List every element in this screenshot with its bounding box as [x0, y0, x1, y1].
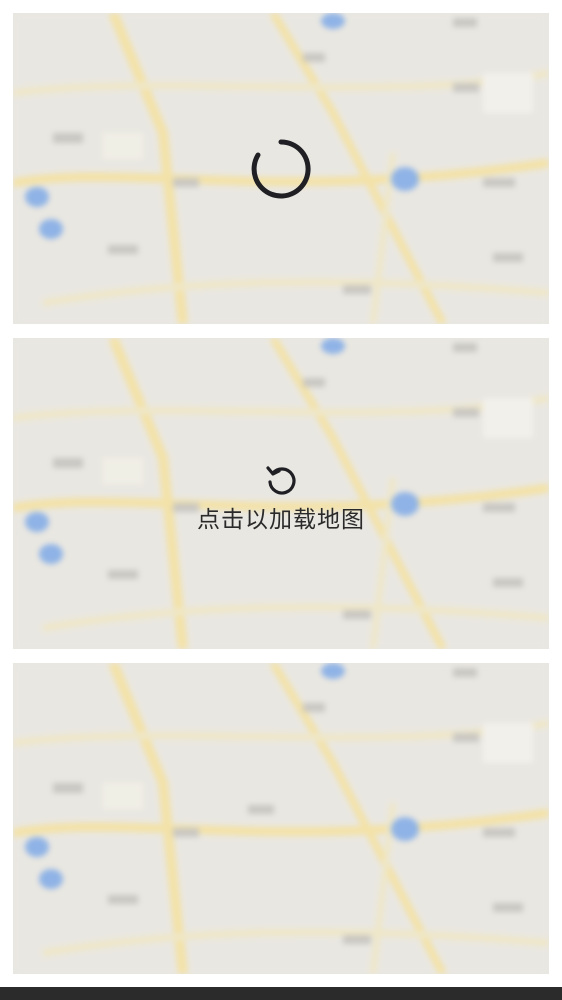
map-placeholder-image — [13, 663, 549, 974]
page: 点击以加载地图 — [0, 0, 562, 1000]
map-card-click-to-load[interactable]: 点击以加载地图 — [13, 338, 549, 649]
map-card-loading — [13, 13, 549, 324]
reload-icon — [266, 465, 296, 495]
load-map-button[interactable]: 点击以加载地图 — [197, 462, 365, 534]
load-map-label: 点击以加载地图 — [197, 506, 365, 533]
click-to-load-overlay[interactable]: 点击以加载地图 — [13, 338, 549, 649]
loading-overlay — [13, 13, 549, 324]
loading-spinner-icon — [251, 138, 311, 198]
map-card-placeholder — [13, 663, 549, 974]
bottom-bar — [0, 987, 562, 1000]
